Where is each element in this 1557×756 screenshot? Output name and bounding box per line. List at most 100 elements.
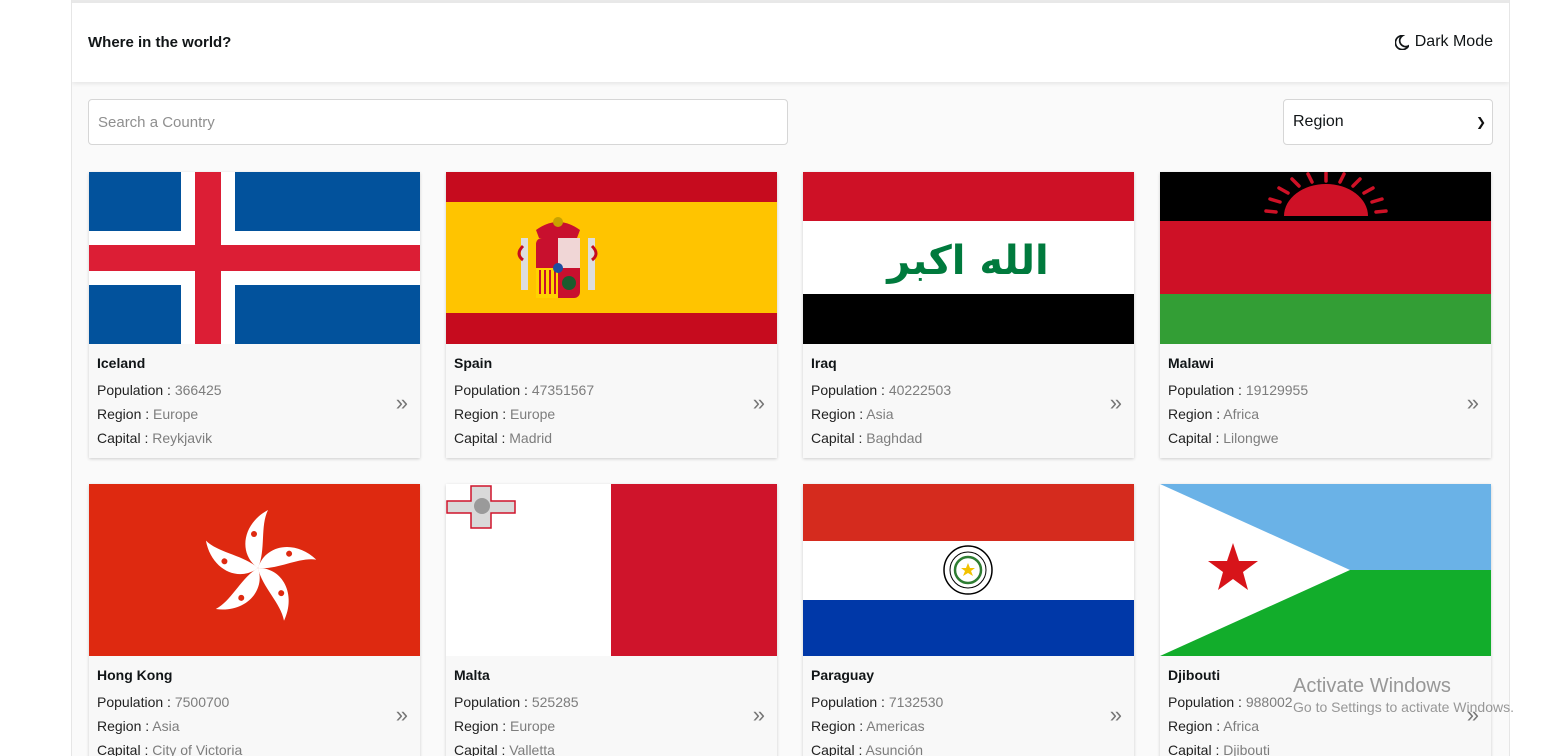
region-row: Region : Africa (1168, 717, 1483, 735)
region-row: Region : Europe (97, 405, 412, 423)
card-info: Malawi Population : 19129955 Region : Af… (1168, 354, 1483, 453)
flag-spain (446, 172, 777, 344)
capital-row: Capital : Asunción (811, 741, 1126, 756)
population-label: Population : (454, 382, 532, 398)
population-row: Population : 47351567 (454, 381, 769, 399)
app-window: Where in the world? Dark Mode Region ❯ I… (71, 0, 1510, 756)
capital-label: Capital : (97, 430, 153, 446)
region-label: Region : (97, 718, 153, 734)
dark-mode-label: Dark Mode (1414, 33, 1493, 50)
region-row: Region : Europe (454, 717, 769, 735)
country-name: Iceland (97, 355, 146, 371)
capital-value: City of Victoria (152, 742, 243, 756)
flag-djibouti (1160, 484, 1491, 656)
region-row: Region : Africa (1168, 405, 1483, 423)
card-info: Spain Population : 47351567 Region : Eur… (454, 354, 769, 453)
population-value: 40222503 (888, 382, 952, 398)
region-select-value: Region (1293, 113, 1344, 130)
population-value: 19129955 (1245, 382, 1309, 398)
population-row: Population : 7132530 (811, 693, 1126, 711)
country-name: Hong Kong (97, 667, 173, 683)
country-card[interactable]: Iceland Population : 366425 Region : Eur… (89, 172, 420, 458)
population-value: 988002 (1245, 694, 1293, 710)
population-row: Population : 988002 (1168, 693, 1483, 711)
population-row: Population : 525285 (454, 693, 769, 711)
population-value: 525285 (531, 694, 579, 710)
double-chevron-right-icon[interactable]: » (1467, 390, 1479, 416)
region-row: Region : Americas (811, 717, 1126, 735)
search-input[interactable] (88, 99, 788, 145)
population-label: Population : (454, 694, 532, 710)
card-info: Hong Kong Population : 7500700 Region : … (97, 666, 412, 756)
double-chevron-right-icon[interactable]: » (753, 702, 765, 728)
flag-hong-kong (89, 484, 420, 656)
population-label: Population : (1168, 382, 1246, 398)
country-name: Spain (454, 355, 493, 371)
double-chevron-right-icon[interactable]: » (1110, 702, 1122, 728)
region-label: Region : (1168, 406, 1224, 422)
country-card[interactable]: Paraguay Population : 7132530 Region : A… (803, 484, 1134, 756)
country-card[interactable]: Malawi Population : 19129955 Region : Af… (1160, 172, 1491, 458)
app-title[interactable]: Where in the world? (88, 34, 231, 51)
population-row: Population : 366425 (97, 381, 412, 399)
region-value: Asia (866, 406, 894, 422)
population-label: Population : (1168, 694, 1246, 710)
country-name: Paraguay (811, 667, 875, 683)
flag-malta (446, 484, 777, 656)
card-info: Iraq Population : 40222503 Region : Asia… (811, 354, 1126, 453)
double-chevron-right-icon[interactable]: » (753, 390, 765, 416)
double-chevron-right-icon[interactable]: » (1110, 390, 1122, 416)
double-chevron-right-icon[interactable]: » (396, 702, 408, 728)
dark-mode-toggle[interactable]: Dark Mode (1394, 33, 1493, 51)
card-info: Iceland Population : 366425 Region : Eur… (97, 354, 412, 453)
country-name: Iraq (811, 355, 837, 371)
region-select[interactable]: Region ❯ (1283, 99, 1493, 145)
card-info: Djibouti Population : 988002 Region : Af… (1168, 666, 1483, 756)
card-info: Malta Population : 525285 Region : Europ… (454, 666, 769, 756)
country-card[interactable]: Djibouti Population : 988002 Region : Af… (1160, 484, 1491, 756)
population-value: 7500700 (174, 694, 230, 710)
population-row: Population : 19129955 (1168, 381, 1483, 399)
capital-row: Capital : Djibouti (1168, 741, 1483, 756)
population-row: Population : 40222503 (811, 381, 1126, 399)
capital-value: Asunción (865, 742, 924, 756)
country-name: Malawi (1168, 355, 1214, 371)
region-value: Asia (152, 718, 180, 734)
region-row: Region : Asia (811, 405, 1126, 423)
double-chevron-right-icon[interactable]: » (396, 390, 408, 416)
region-value: Africa (1223, 406, 1260, 422)
population-value: 47351567 (531, 382, 595, 398)
region-value: Africa (1223, 718, 1260, 734)
population-label: Population : (97, 694, 175, 710)
region-label: Region : (454, 406, 511, 422)
region-label: Region : (811, 718, 867, 734)
capital-value: Madrid (509, 430, 553, 446)
capital-label: Capital : (811, 742, 866, 756)
flag-paraguay (803, 484, 1134, 656)
country-card[interactable]: Hong Kong Population : 7500700 Region : … (89, 484, 420, 756)
population-value: 366425 (174, 382, 222, 398)
flag-malawi (1160, 172, 1491, 344)
population-value: 7132530 (888, 694, 944, 710)
capital-value: Djibouti (1223, 742, 1270, 756)
region-label: Region : (454, 718, 511, 734)
double-chevron-right-icon[interactable]: » (1467, 702, 1479, 728)
country-card[interactable]: Spain Population : 47351567 Region : Eur… (446, 172, 777, 458)
country-name: Malta (454, 667, 490, 683)
capital-label: Capital : (1168, 742, 1224, 756)
country-card[interactable]: الله اكبر Iraq Population : 40222503 Reg… (803, 172, 1134, 458)
capital-row: Capital : Baghdad (811, 429, 1126, 447)
capital-label: Capital : (811, 430, 867, 446)
population-row: Population : 7500700 (97, 693, 412, 711)
population-label: Population : (97, 382, 175, 398)
capital-row: Capital : Valletta (454, 741, 769, 756)
region-value: Europe (510, 406, 556, 422)
national-seal-icon (943, 545, 993, 595)
region-row: Region : Europe (454, 405, 769, 423)
capital-row: Capital : Lilongwe (1168, 429, 1483, 447)
country-card[interactable]: Malta Population : 525285 Region : Europ… (446, 484, 777, 756)
card-info: Paraguay Population : 7132530 Region : A… (811, 666, 1126, 756)
region-label: Region : (811, 406, 867, 422)
region-label: Region : (97, 406, 154, 422)
flag-iceland (89, 172, 420, 344)
